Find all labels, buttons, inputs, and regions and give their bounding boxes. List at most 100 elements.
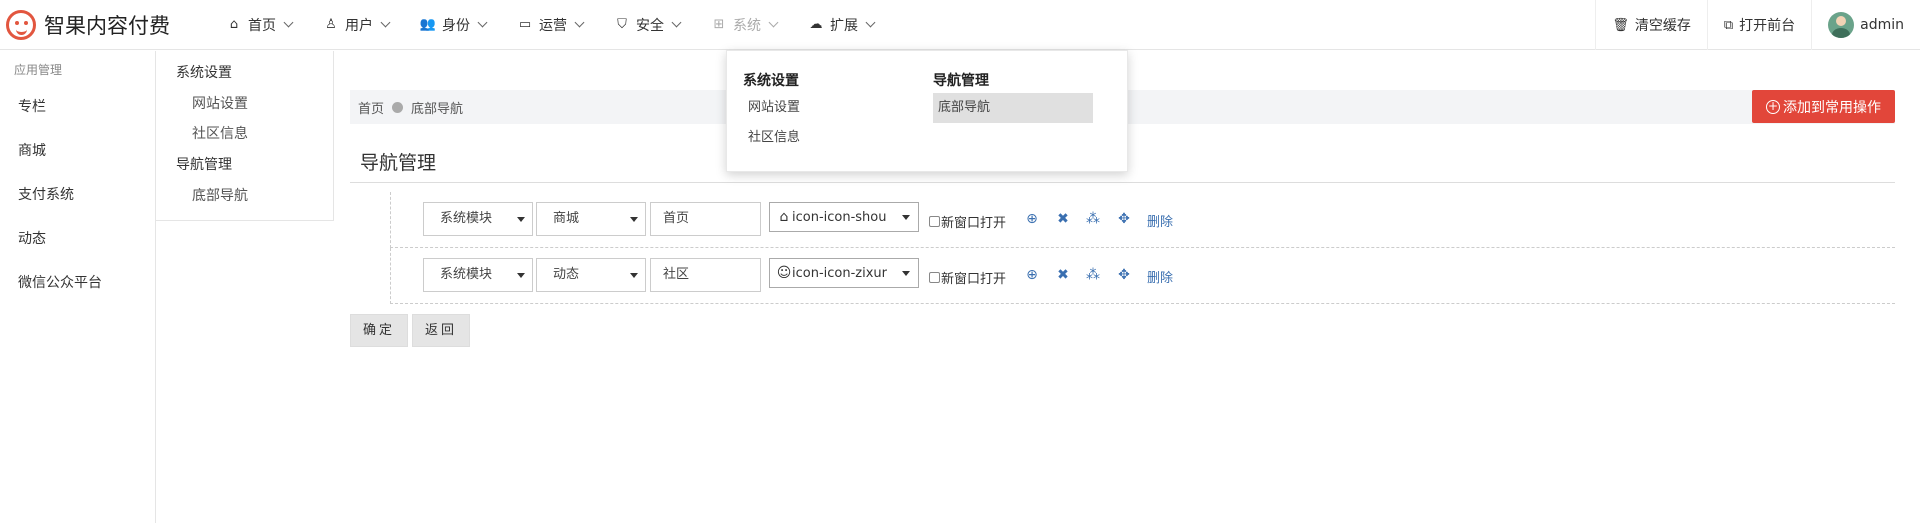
clear-cache-button[interactable]: 🗑 清空缓存 xyxy=(1595,0,1707,50)
icon-select[interactable]: ☺icon-icon-zixur xyxy=(769,258,919,288)
user-menu[interactable]: admin xyxy=(1811,0,1920,50)
sidebar-title: 应用管理 xyxy=(14,63,63,77)
open-front-button[interactable]: ⧉ 打开前台 xyxy=(1706,0,1811,50)
chevron-down-icon xyxy=(283,17,294,28)
nav-item-user[interactable]: ♙ 用户 xyxy=(307,0,404,50)
sidebar-item-payment[interactable]: 支付系统 xyxy=(0,173,155,217)
delete-link[interactable]: 删除 xyxy=(1147,267,1173,286)
nav-name-input[interactable]: 社区 xyxy=(650,258,761,292)
subnav-link-footer-nav[interactable]: 底部导航 xyxy=(156,181,333,211)
nav-item-operations[interactable]: ▭ 运营 xyxy=(501,0,598,50)
copy-icon: ⧉ xyxy=(1723,17,1734,33)
move-icon[interactable]: ✥ xyxy=(1115,266,1133,284)
main-nav: ⌂ 首页 ♙ 用户 👥 身份 ▭ 运营 ⛉ 安全 ⊞ 系统 ☁ 扩展 xyxy=(210,0,889,50)
add-to-shortcuts-button[interactable]: + 添加到常用操作 xyxy=(1752,90,1895,123)
nav-label: 系统 xyxy=(733,17,761,34)
breadcrumb-home[interactable]: 首页 xyxy=(358,98,384,117)
sitemap-icon[interactable]: ⁂ xyxy=(1084,266,1102,284)
dropdown-column-navigation: 导航管理 底部导航 xyxy=(933,69,1093,123)
title-divider xyxy=(350,182,1895,183)
add-circle-icon[interactable]: ⊕ xyxy=(1023,266,1041,284)
sidebar-item-feed[interactable]: 动态 xyxy=(0,217,155,261)
subnav-link-site-settings[interactable]: 网站设置 xyxy=(156,89,333,119)
top-right-actions: 🗑 清空缓存 ⧉ 打开前台 admin xyxy=(1595,0,1920,50)
nav-label: 首页 xyxy=(248,17,276,34)
nav-label: 身份 xyxy=(442,17,470,34)
home-icon: ⌂ xyxy=(229,17,239,32)
caret-down-icon xyxy=(902,271,910,276)
breadcrumb-separator-icon xyxy=(392,101,404,113)
close-icon[interactable]: ✖ xyxy=(1054,210,1072,228)
caret-down-icon xyxy=(630,217,638,222)
new-window-label: 新窗口打开 xyxy=(941,216,1007,231)
nav-row: 系统模块 动态 社区 ☺icon-icon-zixur 新窗口打开 ⊕ ✖ ⁂ … xyxy=(390,248,1895,304)
delete-link[interactable]: 删除 xyxy=(1147,211,1173,230)
dropdown-heading: 导航管理 xyxy=(933,73,989,89)
nav-label: 安全 xyxy=(636,17,664,34)
top-bar: 智果内容付费 ⌂ 首页 ♙ 用户 👥 身份 ▭ 运营 ⛉ 安全 ⊞ 系统 ☁ 扩… xyxy=(0,0,1920,50)
target-select-value: 商城 xyxy=(553,211,580,226)
home-icon: ⌂ xyxy=(779,209,789,225)
nav-item-identity[interactable]: 👥 身份 xyxy=(404,0,501,50)
dropdown-heading: 系统设置 xyxy=(743,73,799,89)
chevron-down-icon xyxy=(768,17,779,28)
dropdown-link-community-info[interactable]: 社区信息 xyxy=(743,123,800,153)
nav-row: 系统模块 商城 首页 ⌂ icon-icon-shou 新窗口打开 ⊕ ✖ ⁂ ✥… xyxy=(390,192,1895,248)
nav-name-input[interactable]: 首页 xyxy=(650,202,761,236)
move-icon[interactable]: ✥ xyxy=(1115,210,1133,228)
laptop-icon: ▭ xyxy=(518,17,532,32)
chevron-down-icon xyxy=(865,17,876,28)
sidebar-item-wechat[interactable]: 微信公众平台 xyxy=(0,261,155,305)
sidebar-item-column[interactable]: 专栏 xyxy=(0,85,155,129)
icon-select[interactable]: ⌂ icon-icon-shou xyxy=(769,202,919,232)
add-circle-icon[interactable]: ⊕ xyxy=(1023,210,1041,228)
sitemap-icon[interactable]: ⁂ xyxy=(1084,210,1102,228)
nav-item-extend[interactable]: ☁ 扩展 xyxy=(792,0,889,50)
module-select[interactable]: 系统模块 xyxy=(423,258,533,292)
shield-icon: ⛉ xyxy=(617,17,627,32)
avatar xyxy=(1828,12,1855,38)
clear-cache-label: 清空缓存 xyxy=(1634,18,1691,34)
system-dropdown-menu: 系统设置 网站设置 社区信息 导航管理 底部导航 xyxy=(726,50,1128,172)
new-window-checkbox[interactable] xyxy=(929,272,940,283)
page-title: 导航管理 xyxy=(360,152,437,174)
confirm-button[interactable]: 确定 xyxy=(350,314,408,347)
logo-mark-icon xyxy=(6,9,36,40)
nav-item-security[interactable]: ⛉ 安全 xyxy=(598,0,695,50)
chat-icon: ☺ xyxy=(776,265,792,281)
module-select[interactable]: 系统模块 xyxy=(423,202,533,236)
plus-circle-icon: + xyxy=(1766,98,1780,114)
module-select-value: 系统模块 xyxy=(440,267,493,282)
dropdown-link-footer-nav[interactable]: 底部导航 xyxy=(933,93,1093,123)
nav-label: 用户 xyxy=(345,17,373,34)
back-button[interactable]: 返回 xyxy=(412,314,470,347)
module-select-value: 系统模块 xyxy=(440,211,493,226)
new-window-checkbox[interactable] xyxy=(929,216,940,227)
chevron-down-icon xyxy=(574,17,585,28)
dropdown-link-site-settings[interactable]: 网站设置 xyxy=(743,93,800,123)
subnav-group-navigation: 导航管理 xyxy=(176,157,232,173)
caret-down-icon xyxy=(517,217,525,222)
target-select[interactable]: 动态 xyxy=(536,258,646,292)
sidebar-item-mall[interactable]: 商城 xyxy=(0,129,155,173)
trash-icon: 🗑 xyxy=(1612,17,1629,33)
new-window-label: 新窗口打开 xyxy=(941,272,1007,287)
sub-sidebar: 系统设置 网站设置 社区信息 导航管理 底部导航 xyxy=(156,51,334,221)
nav-item-home[interactable]: ⌂ 首页 xyxy=(210,0,307,50)
subnav-link-community-info[interactable]: 社区信息 xyxy=(156,119,333,149)
brand-logo[interactable]: 智果内容付费 xyxy=(0,0,210,50)
nav-label: 运营 xyxy=(539,17,567,34)
dropdown-column-system: 系统设置 网站设置 社区信息 xyxy=(743,69,800,153)
caret-down-icon xyxy=(517,273,525,278)
brand-name: 智果内容付费 xyxy=(44,13,170,38)
icon-select-value: icon-icon-zixur xyxy=(792,266,887,281)
users-icon: 👥 xyxy=(419,17,437,32)
chevron-down-icon xyxy=(477,17,488,28)
target-select[interactable]: 商城 xyxy=(536,202,646,236)
nav-item-system[interactable]: ⊞ 系统 xyxy=(695,0,792,50)
open-front-label: 打开前台 xyxy=(1739,18,1796,34)
close-icon[interactable]: ✖ xyxy=(1054,266,1072,284)
target-select-value: 动态 xyxy=(553,267,580,282)
nav-label: 扩展 xyxy=(830,17,858,34)
chevron-down-icon xyxy=(380,17,391,28)
